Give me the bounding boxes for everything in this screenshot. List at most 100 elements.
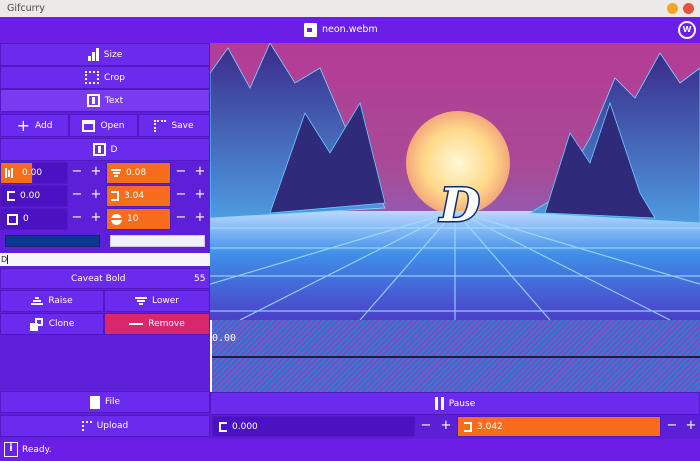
y-position-field[interactable]: 0.08 — [106, 162, 171, 184]
open-button[interactable]: Open — [69, 114, 138, 137]
vertical-position-icon — [111, 169, 121, 177]
clone-icon — [29, 317, 44, 331]
size-button[interactable]: Size — [0, 43, 210, 66]
file-button[interactable]: File — [0, 391, 210, 413]
upload-button[interactable]: Upload — [0, 415, 210, 437]
text-button[interactable]: Text — [0, 89, 210, 112]
timeline-playhead[interactable] — [210, 320, 212, 392]
start-decrement-button[interactable]: − — [67, 185, 87, 206]
font-scale-increment-button[interactable]: + — [190, 208, 210, 229]
clip-start-field[interactable]: 0.000 — [212, 416, 415, 437]
crop-icon — [84, 71, 99, 84]
fill-color-swatch[interactable] — [5, 235, 100, 247]
end-bracket-icon — [111, 191, 119, 201]
file-name: neon.webm — [322, 24, 378, 35]
app-header: neon.webm W — [0, 17, 700, 43]
open-label: Open — [100, 120, 125, 131]
bar-chart-icon — [87, 48, 99, 61]
raise-label: Raise — [48, 296, 73, 306]
pause-icon — [434, 397, 444, 410]
left-panel: Size Crop Text + Add Open Save D 0.00 − … — [0, 43, 210, 439]
clip-end-icon — [464, 421, 472, 432]
timeline-strip[interactable]: 0.00 — [210, 320, 700, 392]
crop-button[interactable]: Crop — [0, 66, 210, 89]
x-position-value: 0.00 — [22, 168, 43, 178]
remove-label: Remove — [148, 319, 185, 329]
remove-button[interactable]: Remove — [104, 313, 210, 335]
clip-start-value: 0.000 — [232, 421, 258, 432]
upload-label: Upload — [96, 421, 129, 431]
rotation-field[interactable]: 0 — [0, 208, 68, 230]
save-label: Save — [171, 120, 194, 131]
info-icon: i — [4, 442, 18, 457]
clip-start-icon — [219, 421, 227, 432]
upload-icon — [81, 421, 92, 431]
y-decrement-button[interactable]: − — [171, 162, 191, 183]
window-titlebar: Gifcurry — [0, 0, 700, 17]
pause-label: Pause — [448, 398, 476, 409]
text-item-icon — [92, 143, 106, 156]
clip-end-value: 3.042 — [477, 421, 503, 432]
file-icon — [89, 395, 100, 409]
x-increment-button[interactable]: + — [86, 162, 106, 183]
outline-color-swatch[interactable] — [110, 235, 205, 247]
timeline-position: 0.00 — [212, 333, 237, 344]
rotation-increment-button[interactable]: + — [86, 208, 106, 229]
text-item-selector[interactable]: D — [0, 138, 210, 161]
y-position-value: 0.08 — [126, 168, 147, 178]
font-selector[interactable]: Caveat Bold 55 — [0, 268, 210, 289]
font-scale-field[interactable]: 10 — [106, 208, 171, 230]
start-increment-button[interactable]: + — [86, 185, 106, 206]
lower-label: Lower — [152, 296, 179, 306]
start-time-value: 0.00 — [20, 191, 41, 201]
text-icon — [86, 94, 100, 107]
close-window-button[interactable] — [683, 3, 694, 14]
font-scale-icon — [111, 213, 122, 225]
status-message: Ready. — [22, 445, 52, 455]
clip-start-increment-button[interactable]: + — [436, 416, 456, 437]
clone-label: Clone — [48, 319, 75, 329]
video-preview[interactable]: D — [210, 43, 700, 320]
end-time-value: 3.04 — [124, 191, 145, 201]
minimize-button[interactable] — [667, 3, 678, 14]
crop-label: Crop — [103, 72, 125, 83]
clip-start-decrement-button[interactable]: − — [416, 416, 436, 437]
font-scale-value: 10 — [127, 214, 139, 224]
save-button[interactable]: Save — [138, 114, 210, 137]
save-icon — [154, 119, 167, 132]
overlay-text-input[interactable]: D — [0, 253, 210, 266]
lower-icon — [135, 297, 148, 305]
font-name: Caveat Bold — [71, 273, 126, 284]
clip-end-decrement-button[interactable]: − — [662, 416, 682, 437]
overlay-text-preview[interactable]: D — [437, 177, 482, 234]
file-label: File — [104, 397, 121, 407]
font-scale-decrement-button[interactable]: − — [171, 208, 191, 229]
size-label: Size — [103, 49, 123, 60]
clip-end-increment-button[interactable]: + — [681, 416, 700, 437]
text-label: Text — [104, 95, 124, 106]
end-time-field[interactable]: 3.04 — [106, 185, 171, 207]
pause-button[interactable]: Pause — [210, 392, 700, 415]
x-decrement-button[interactable]: − — [67, 162, 87, 183]
add-button[interactable]: + Add — [0, 114, 69, 137]
end-increment-button[interactable]: + — [190, 185, 210, 206]
plus-icon: + — [16, 115, 30, 135]
font-size: 55 — [194, 273, 206, 284]
raise-button[interactable]: Raise — [0, 290, 104, 312]
clip-end-field[interactable]: 3.042 — [457, 416, 661, 437]
y-increment-button[interactable]: + — [190, 162, 210, 183]
clone-button[interactable]: Clone — [0, 313, 104, 335]
synthwave-frame: D — [210, 43, 700, 320]
rotation-decrement-button[interactable]: − — [67, 208, 87, 229]
lower-button[interactable]: Lower — [104, 290, 210, 312]
x-position-field[interactable]: 0.00 — [22, 162, 68, 184]
window-title: Gifcurry — [7, 3, 45, 14]
video-file-icon — [304, 23, 317, 37]
raise-icon — [31, 297, 44, 305]
rotation-value: 0 — [23, 214, 29, 224]
end-decrement-button[interactable]: − — [171, 185, 191, 206]
start-bracket-icon — [7, 191, 15, 201]
add-label: Add — [34, 120, 53, 131]
start-time-field[interactable]: 0.00 — [0, 185, 68, 207]
timeline-track — [210, 356, 700, 358]
